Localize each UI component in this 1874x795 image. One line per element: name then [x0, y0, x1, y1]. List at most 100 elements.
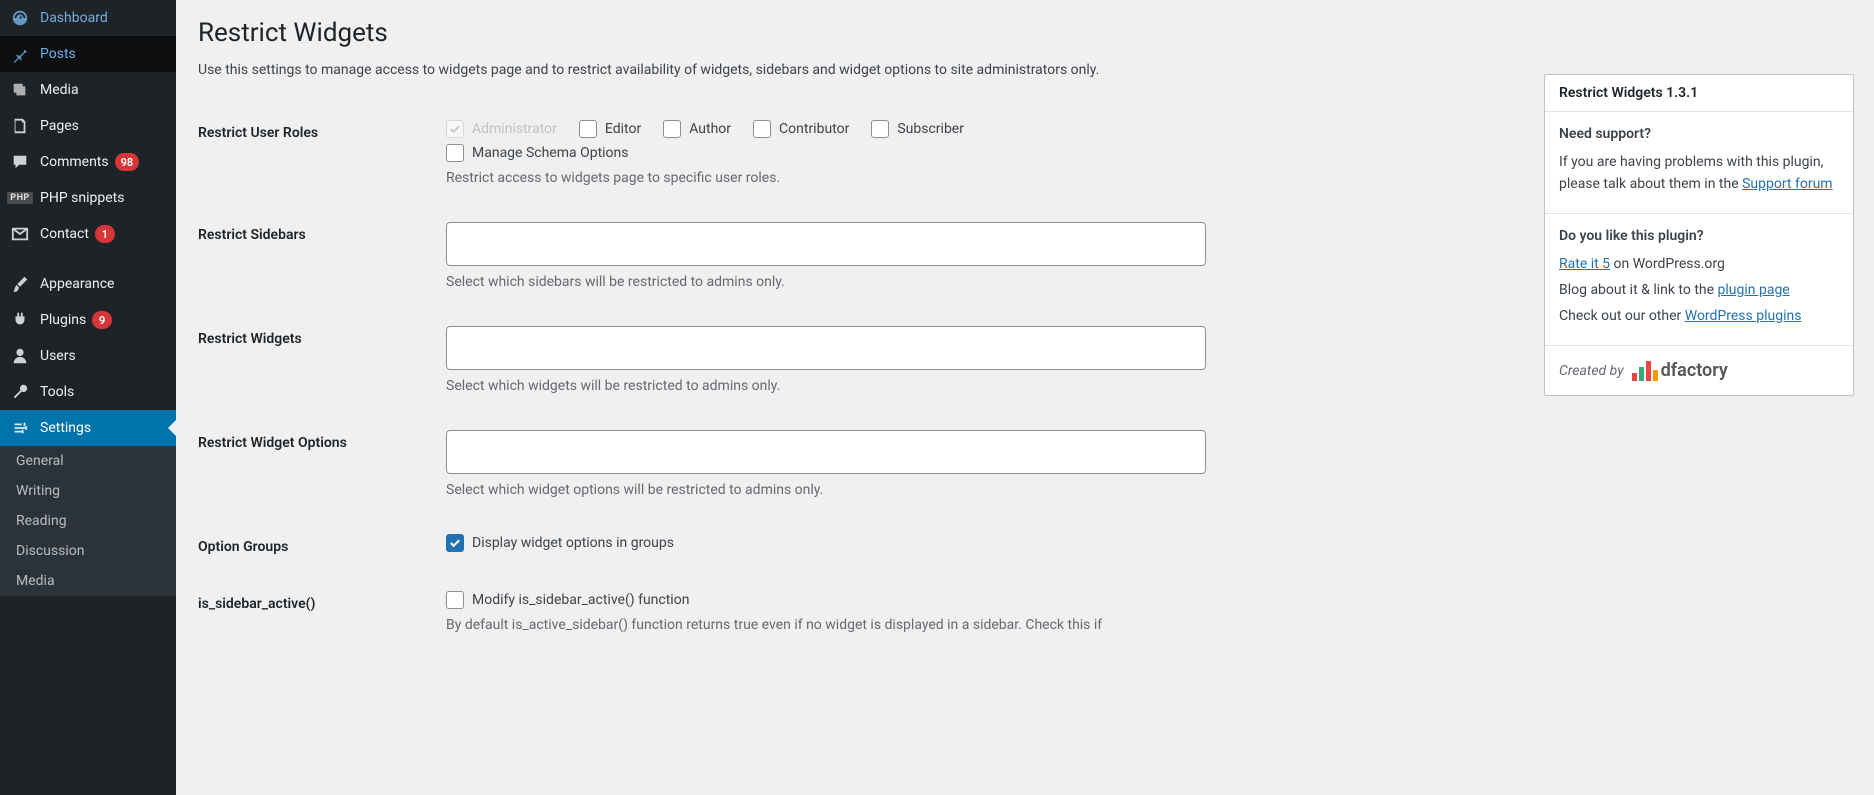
created-by-text: Created by [1559, 363, 1624, 379]
sidebar-item-php-snippets[interactable]: PHP PHP snippets [0, 180, 176, 216]
checkbox-label: Modify is_sidebar_active() function [472, 592, 689, 608]
sidebar-item-label: Media [40, 82, 79, 98]
role-checkbox-author[interactable]: Author [663, 120, 731, 138]
brand-text: dfactory [1661, 360, 1728, 381]
role-checkbox-schema[interactable]: Manage Schema Options [446, 144, 629, 162]
pages-icon [10, 116, 30, 136]
row-option-groups: Option Groups Display widget options in … [198, 516, 1218, 573]
submenu-item-writing[interactable]: Writing [0, 476, 176, 506]
submenu-item-general[interactable]: General [0, 446, 176, 476]
sidebar-item-label: Tools [40, 384, 74, 400]
support-forum-link[interactable]: Support forum [1742, 176, 1832, 192]
brush-icon [10, 274, 30, 294]
checkbox-icon[interactable] [871, 120, 889, 138]
sidebar-item-dashboard[interactable]: Dashboard [0, 0, 176, 36]
sidebar-item-label: Dashboard [40, 10, 108, 26]
checkbox-label: Display widget options in groups [472, 535, 674, 551]
field-label: Option Groups [198, 534, 446, 555]
checkbox-icon[interactable] [753, 120, 771, 138]
row-restrict-user-roles: Restrict User Roles Administrator Editor [198, 102, 1218, 204]
dfactory-logo[interactable]: dfactory [1632, 360, 1728, 381]
checkbox-label: Administrator [472, 121, 557, 137]
admin-sidebar: Dashboard Posts Media Pages Comments 98 … [0, 0, 176, 795]
section-heading: Do you like this plugin? [1559, 228, 1839, 244]
menu-separator [0, 252, 176, 266]
sidebar-item-appearance[interactable]: Appearance [0, 266, 176, 302]
bars-icon [1632, 361, 1658, 381]
php-icon: PHP [10, 188, 30, 208]
field-description: By default is_active_sidebar() function … [446, 617, 1206, 633]
created-by-section: Created by dfactory [1545, 346, 1853, 395]
wp-plugins-link[interactable]: WordPress plugins [1685, 308, 1802, 324]
wrench-icon [10, 382, 30, 402]
like-section: Do you like this plugin? Rate it 5 on Wo… [1545, 214, 1853, 346]
checkbox-icon [446, 120, 464, 138]
field-description: Select which widget options will be rest… [446, 482, 1206, 498]
checkbox-icon[interactable] [446, 534, 464, 552]
field-label: Restrict Widget Options [198, 430, 446, 451]
row-is-sidebar-active: is_sidebar_active() Modify is_sidebar_ac… [198, 573, 1218, 651]
plugins-count-badge: 9 [92, 311, 112, 329]
page-title: Restrict Widgets [198, 18, 1852, 48]
checkbox-icon[interactable] [446, 144, 464, 162]
user-icon [10, 346, 30, 366]
contact-count-badge: 1 [95, 225, 115, 243]
field-label: Restrict Sidebars [198, 222, 446, 243]
sidebar-item-media[interactable]: Media [0, 72, 176, 108]
role-checkbox-editor[interactable]: Editor [579, 120, 641, 138]
sidebar-item-label: Users [40, 348, 76, 364]
settings-form: Restrict User Roles Administrator Editor [198, 102, 1218, 651]
sidebar-item-contact[interactable]: Contact 1 [0, 216, 176, 252]
sidebar-info-column: Restrict Widgets 1.3.1 Need support? If … [1544, 74, 1854, 412]
plug-icon [10, 310, 30, 330]
role-checkbox-administrator: Administrator [446, 120, 557, 138]
widgets-select[interactable] [446, 326, 1206, 370]
role-checkbox-contributor[interactable]: Contributor [753, 120, 849, 138]
sidebar-item-label: Comments [40, 154, 109, 170]
sidebar-item-plugins[interactable]: Plugins 9 [0, 302, 176, 338]
checkbox-icon[interactable] [663, 120, 681, 138]
field-description: Select which sidebars will be restricted… [446, 274, 1206, 290]
comments-icon [10, 152, 30, 172]
sidebar-item-label: Posts [40, 46, 76, 62]
sidebar-item-users[interactable]: Users [0, 338, 176, 374]
sidebar-item-pages[interactable]: Pages [0, 108, 176, 144]
field-label: is_sidebar_active() [198, 591, 446, 612]
rate-link[interactable]: Rate it 5 [1559, 256, 1610, 272]
sidebar-item-settings[interactable]: Settings [0, 410, 176, 446]
sidebar-item-label: Plugins [40, 312, 86, 328]
sidebars-select[interactable] [446, 222, 1206, 266]
checkbox-label: Author [689, 121, 731, 137]
submenu-item-reading[interactable]: Reading [0, 506, 176, 536]
field-description: Restrict access to widgets page to speci… [446, 170, 1206, 186]
support-section: Need support? If you are having problems… [1545, 112, 1853, 214]
media-icon [10, 80, 30, 100]
row-restrict-widget-options: Restrict Widget Options Select which wid… [198, 412, 1218, 516]
sidebar-item-tools[interactable]: Tools [0, 374, 176, 410]
settings-icon [10, 418, 30, 438]
dashboard-icon [10, 8, 30, 28]
checkbox-label: Manage Schema Options [472, 145, 629, 161]
role-checkbox-subscriber[interactable]: Subscriber [871, 120, 964, 138]
modify-sidebar-active-checkbox[interactable]: Modify is_sidebar_active() function [446, 591, 1206, 609]
row-restrict-widgets: Restrict Widgets Select which widgets wi… [198, 308, 1218, 412]
sidebar-item-posts[interactable]: Posts [0, 36, 176, 72]
option-groups-checkbox[interactable]: Display widget options in groups [446, 534, 1206, 552]
sidebar-item-label: Pages [40, 118, 79, 134]
box-title: Restrict Widgets 1.3.1 [1545, 75, 1853, 112]
submenu-item-media[interactable]: Media [0, 566, 176, 596]
checkbox-label: Editor [605, 121, 641, 137]
section-heading: Need support? [1559, 126, 1839, 142]
plugin-page-link[interactable]: plugin page [1718, 282, 1790, 298]
sidebar-item-label: Appearance [40, 276, 114, 292]
widget-options-select[interactable] [446, 430, 1206, 474]
checkbox-label: Contributor [779, 121, 849, 137]
checkbox-icon[interactable] [446, 591, 464, 609]
submenu-item-discussion[interactable]: Discussion [0, 536, 176, 566]
field-label: Restrict User Roles [198, 120, 446, 141]
sidebar-item-comments[interactable]: Comments 98 [0, 144, 176, 180]
checkbox-icon[interactable] [579, 120, 597, 138]
info-box: Restrict Widgets 1.3.1 Need support? If … [1544, 74, 1854, 396]
main-content: Restrict Widgets Use this settings to ma… [176, 0, 1874, 795]
comments-count-badge: 98 [115, 153, 140, 171]
